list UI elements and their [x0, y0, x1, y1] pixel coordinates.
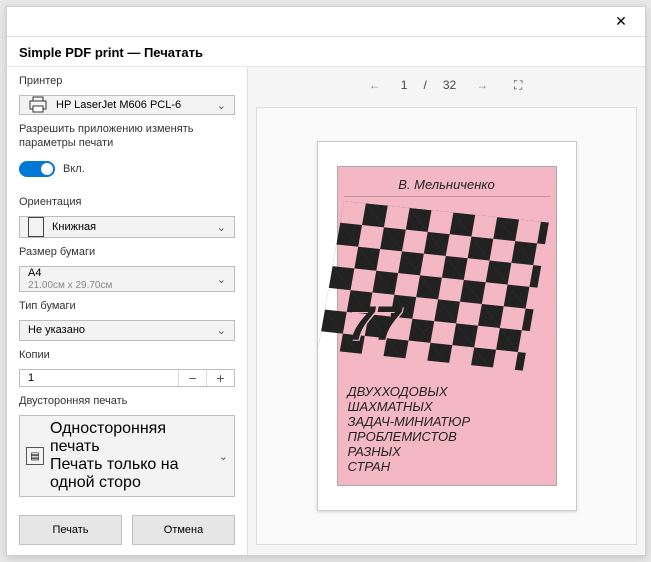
duplex-sub: Печать только на одной сторо [50, 456, 213, 492]
duplex-select[interactable]: ▤ Односторонняя печать Печать только на … [19, 415, 235, 497]
paper-type-value: Не указано [28, 324, 85, 336]
settings-panel: Принтер HP LaserJet M606 PCL-6 ⌄ Разреши… [7, 67, 247, 555]
dialog-body: Принтер HP LaserJet M606 PCL-6 ⌄ Разреши… [7, 67, 645, 555]
page-current: 1 [401, 78, 408, 92]
preview-page: В. Мельниченко 77 ДВУХХОДОВЫХ ШАХМАТНЫХ … [317, 141, 577, 511]
close-button[interactable]: ✕ [605, 8, 637, 36]
cover-line: РАЗНЫХ [348, 445, 548, 460]
book-cover: В. Мельниченко 77 ДВУХХОДОВЫХ ШАХМАТНЫХ … [337, 166, 557, 486]
cover-line: ДВУХХОДОВЫХ [348, 385, 548, 400]
orientation-label: Ориентация [19, 196, 235, 208]
chevron-down-icon: ⌄ [217, 221, 226, 234]
copies-input[interactable] [20, 372, 178, 384]
toggle-state-label: Вкл. [63, 163, 85, 175]
titlebar: ✕ [7, 7, 645, 37]
paper-size-select[interactable]: A4 21.00см x 29.70см ⌄ [19, 266, 235, 292]
dialog-title: Simple PDF print — Печатать [7, 37, 645, 67]
single-page-icon: ▤ [26, 447, 44, 465]
printer-icon [28, 96, 48, 114]
duplex-label: Двусторонняя печать [19, 395, 235, 407]
cancel-button[interactable]: Отмена [132, 515, 235, 545]
paper-type-label: Тип бумаги [19, 300, 235, 312]
next-page-button[interactable]: → [472, 78, 492, 92]
copies-stepper: − + [19, 369, 235, 387]
paper-size-dimensions: 21.00см x 29.70см [28, 280, 112, 291]
cover-line: ПРОБЛЕМИСТОВ [348, 430, 548, 445]
printer-select[interactable]: HP LaserJet M606 PCL-6 ⌄ [19, 95, 235, 115]
cover-line: СТРАН [348, 460, 548, 475]
page-separator: / [423, 78, 426, 92]
printer-value: HP LaserJet M606 PCL-6 [56, 99, 181, 111]
preview-panel: ← 1 / 32 → ⛶ В. Мельниченко 77 Д [247, 67, 645, 555]
chevron-down-icon: ⌄ [217, 99, 226, 112]
chevron-down-icon: ⌄ [217, 324, 226, 337]
chevron-down-icon: ⌄ [217, 273, 226, 286]
paper-type-select[interactable]: Не указано ⌄ [19, 320, 235, 340]
page-total: 32 [443, 78, 456, 92]
cover-author: В. Мельниченко [344, 173, 550, 197]
print-button[interactable]: Печать [19, 515, 122, 545]
portrait-icon [28, 217, 44, 237]
allow-apps-label: Разрешить приложению изменять параметры … [19, 123, 235, 151]
preview-toolbar: ← 1 / 32 → ⛶ [248, 67, 645, 103]
cover-line: ЗАДАЧ-МИНИАТЮР [348, 415, 548, 430]
fit-page-button[interactable]: ⛶ [508, 78, 528, 93]
chevron-down-icon: ⌄ [219, 450, 228, 463]
printer-label: Принтер [19, 75, 235, 87]
copies-label: Копии [19, 349, 235, 361]
paper-size-label: Размер бумаги [19, 246, 235, 258]
paper-size-value: A4 [28, 267, 112, 279]
copies-decrement[interactable]: − [178, 370, 206, 386]
allow-apps-toggle[interactable] [19, 161, 55, 177]
duplex-value: Односторонняя печать [50, 420, 213, 456]
orientation-select[interactable]: Книжная ⌄ [19, 216, 235, 238]
print-dialog: ✕ Simple PDF print — Печатать Принтер HP… [6, 6, 646, 556]
copies-increment[interactable]: + [206, 370, 234, 386]
cover-number: 77 [348, 297, 401, 352]
cover-subtitle: ДВУХХОДОВЫХ ШАХМАТНЫХ ЗАДАЧ-МИНИАТЮР ПРО… [344, 381, 550, 479]
prev-page-button[interactable]: ← [365, 78, 385, 92]
cover-art: 77 [344, 201, 550, 381]
preview-area: В. Мельниченко 77 ДВУХХОДОВЫХ ШАХМАТНЫХ … [256, 107, 637, 545]
close-icon: ✕ [615, 13, 627, 30]
orientation-value: Книжная [52, 221, 96, 233]
cover-line: ШАХМАТНЫХ [348, 400, 548, 415]
